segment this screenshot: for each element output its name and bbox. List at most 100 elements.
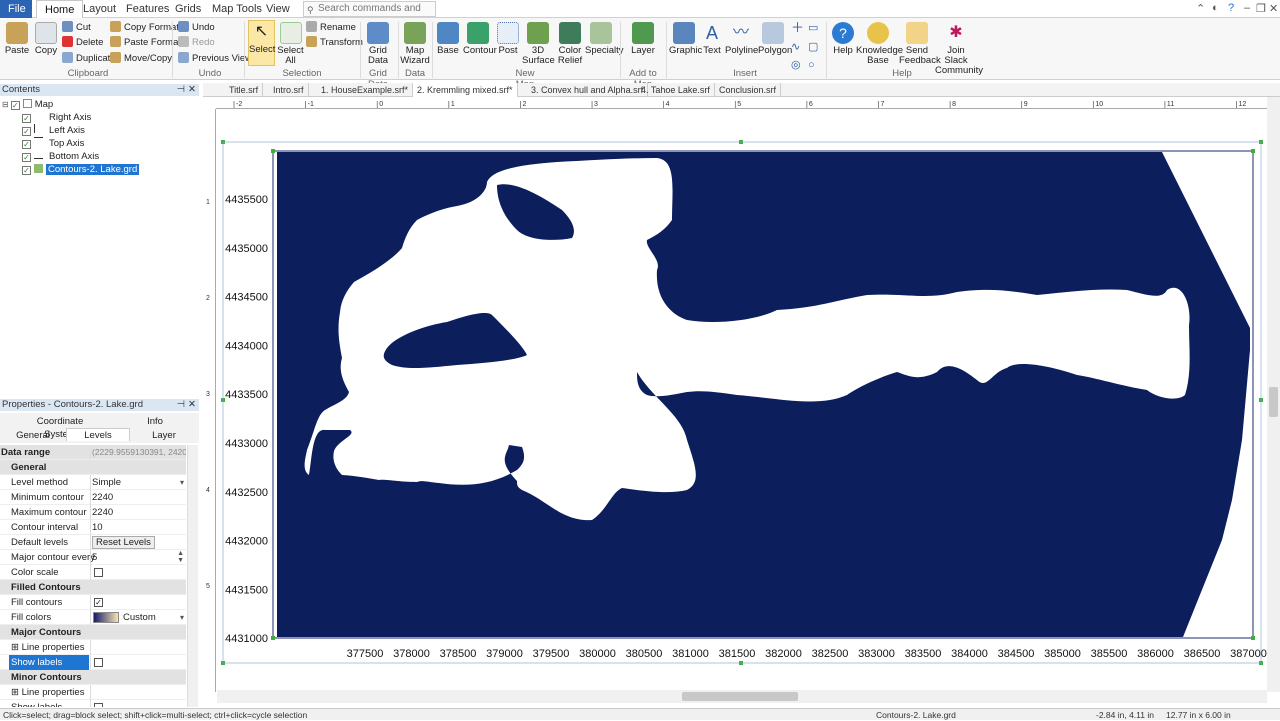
transform-button[interactable]: Transform <box>306 36 363 50</box>
property-checkbox[interactable] <box>94 568 103 577</box>
tab-coordinate-system[interactable]: Coordinate System <box>20 415 100 440</box>
select-all-button[interactable]: Select All <box>277 22 304 66</box>
property-value[interactable]: 5 ▲ ▼ <box>90 550 186 565</box>
rectangle-button[interactable]: ▭ <box>808 21 818 35</box>
property-row[interactable]: Contour interval 10 <box>0 520 186 535</box>
chevron-down-icon[interactable]: ▾ <box>180 610 184 625</box>
property-value[interactable]: 2240 <box>90 505 186 520</box>
property-checkbox[interactable] <box>94 703 103 707</box>
previous-view-button[interactable]: Previous View <box>178 52 252 66</box>
property-row[interactable]: Fill colors Custom ▾ <box>0 610 186 625</box>
document-tab[interactable]: 3. Convex hull and Alpha.srf <box>527 83 649 97</box>
rename-button[interactable]: Rename <box>306 21 356 35</box>
copy-format-button[interactable]: Copy Format <box>110 21 179 35</box>
specialty-map-button[interactable]: Specialty <box>585 22 624 56</box>
property-grid-scrollbar[interactable] <box>187 445 198 707</box>
post-map-button[interactable]: Post <box>495 22 521 56</box>
pin-icon[interactable]: ⊣ <box>177 84 185 96</box>
ellipse-button[interactable]: ◎ <box>791 58 801 72</box>
help-icon[interactable]: ? <box>1228 2 1234 14</box>
delete-button[interactable]: Delete <box>62 36 103 50</box>
spline-button[interactable]: ∿ <box>791 40 800 54</box>
copy-button[interactable]: Copy <box>33 22 59 56</box>
select-button[interactable]: ↖ Select <box>248 20 275 66</box>
color-gradient-swatch[interactable] <box>93 612 119 623</box>
reset-levels-button[interactable]: Reset Levels <box>92 536 155 549</box>
style-icon[interactable]: ◐ <box>1212 2 1219 14</box>
property-value[interactable]: ✓ <box>90 595 186 610</box>
property-value[interactable]: (2229.9559130391, 2420.4... <box>90 445 186 460</box>
property-row[interactable]: General <box>0 460 186 475</box>
resize-handle[interactable] <box>1251 636 1255 640</box>
property-row[interactable]: Maximum contour 2240 <box>0 505 186 520</box>
vertical-scroll-thumb[interactable] <box>1269 387 1278 417</box>
chevron-down-icon[interactable]: ▾ <box>180 475 184 490</box>
polygon-button[interactable]: Polygon <box>758 22 792 56</box>
cut-button[interactable]: Cut <box>62 21 91 35</box>
contour-map[interactable]: 377500 378000 378500 379000 379500 380000 3805… <box>225 150 1267 660</box>
tree-item-contours[interactable]: ✓ Contours-2. Lake.grd <box>22 163 140 176</box>
window-restore-icon[interactable]: ❐ <box>1256 2 1266 15</box>
visibility-checkbox[interactable]: ✓ <box>22 166 31 175</box>
property-value[interactable] <box>90 700 186 707</box>
property-row[interactable]: Minimum contour 2240 <box>0 490 186 505</box>
minimize-ribbon-icon[interactable]: ⌃ <box>1196 2 1205 15</box>
property-row[interactable]: ⊞ Line properties <box>0 640 186 655</box>
send-feedback-button[interactable]: Send Feedback <box>899 22 941 66</box>
document-tab[interactable]: 2. Kremmling mixed.srf* <box>413 83 518 97</box>
text-button[interactable]: A Text <box>701 22 723 56</box>
close-icon[interactable]: ✕ <box>188 399 196 411</box>
property-row[interactable]: Color scale <box>0 565 186 580</box>
document-tab[interactable]: 4. Tahoe Lake.srf <box>637 83 715 97</box>
paste-format-button[interactable]: Paste Format <box>110 36 181 50</box>
visibility-checkbox[interactable]: ✓ <box>22 114 31 123</box>
tree-item-map[interactable]: ⊟ ✓ Map <box>2 98 53 111</box>
tab-view[interactable]: View <box>258 0 298 18</box>
pin-icon[interactable]: ⊣ <box>177 399 185 411</box>
window-minimize-icon[interactable]: – <box>1244 2 1250 14</box>
property-value[interactable]: Simple ▾ <box>90 475 186 490</box>
rounded-rectangle-button[interactable]: ▢ <box>808 40 818 54</box>
paste-button[interactable]: Paste <box>4 22 30 56</box>
tab-general[interactable]: General <box>10 429 56 442</box>
property-checkbox[interactable] <box>94 658 103 667</box>
visibility-checkbox[interactable]: ✓ <box>22 140 31 149</box>
redo-button[interactable]: Redo <box>178 36 215 50</box>
resize-handle[interactable] <box>271 636 275 640</box>
resize-handle[interactable] <box>1251 149 1255 153</box>
document-tab[interactable]: Intro.srf <box>269 83 309 97</box>
property-row[interactable]: Minor Contours <box>0 670 186 685</box>
property-checkbox[interactable]: ✓ <box>94 598 103 607</box>
tab-grids[interactable]: Grids <box>167 0 209 18</box>
collapse-icon[interactable]: ⊟ <box>2 100 9 109</box>
visibility-checkbox[interactable]: ✓ <box>22 127 31 136</box>
3d-surface-button[interactable]: 3D Surface <box>522 22 555 66</box>
help-button[interactable]: ? Help <box>830 22 856 56</box>
undo-button[interactable]: Undo <box>178 21 215 35</box>
search-input[interactable]: ⚲Search commands and Help... <box>303 1 436 28</box>
property-value[interactable]: Custom ▾ <box>90 610 186 625</box>
property-row[interactable]: Default levels Reset Levels <box>0 535 186 550</box>
visibility-checkbox[interactable]: ✓ <box>10 101 20 110</box>
map-wizard-button[interactable]: Map Wizard <box>400 22 430 66</box>
vertical-scrollbar[interactable] <box>1267 97 1280 692</box>
property-row[interactable]: Level method Simple ▾ <box>0 475 186 490</box>
tree-item-top-axis[interactable]: ✓ Top Axis <box>22 137 84 150</box>
property-row[interactable]: Major Contours <box>0 625 186 640</box>
property-value[interactable] <box>90 640 186 655</box>
horizontal-scrollbar[interactable] <box>217 690 1267 703</box>
property-row[interactable]: Show labels <box>0 655 186 670</box>
tree-item-right-axis[interactable]: ✓ Right Axis <box>22 111 91 124</box>
property-row[interactable]: ⊞ Line properties <box>0 685 186 700</box>
close-icon[interactable]: ✕ <box>188 84 196 96</box>
polyline-button[interactable]: 〰 Polyline <box>725 22 758 56</box>
document-tab[interactable]: Title.srf <box>225 83 264 97</box>
color-relief-button[interactable]: Color Relief <box>555 22 585 66</box>
resize-handle[interactable] <box>271 149 275 153</box>
horizontal-scroll-thumb[interactable] <box>682 692 798 701</box>
document-tab[interactable]: 1. HouseExample.srf* <box>317 83 414 97</box>
document-tab[interactable]: Conclusion.srf <box>715 83 782 97</box>
circle-button[interactable]: ○ <box>808 58 815 72</box>
property-value[interactable] <box>90 655 186 670</box>
property-value[interactable]: 2240 <box>90 490 186 505</box>
